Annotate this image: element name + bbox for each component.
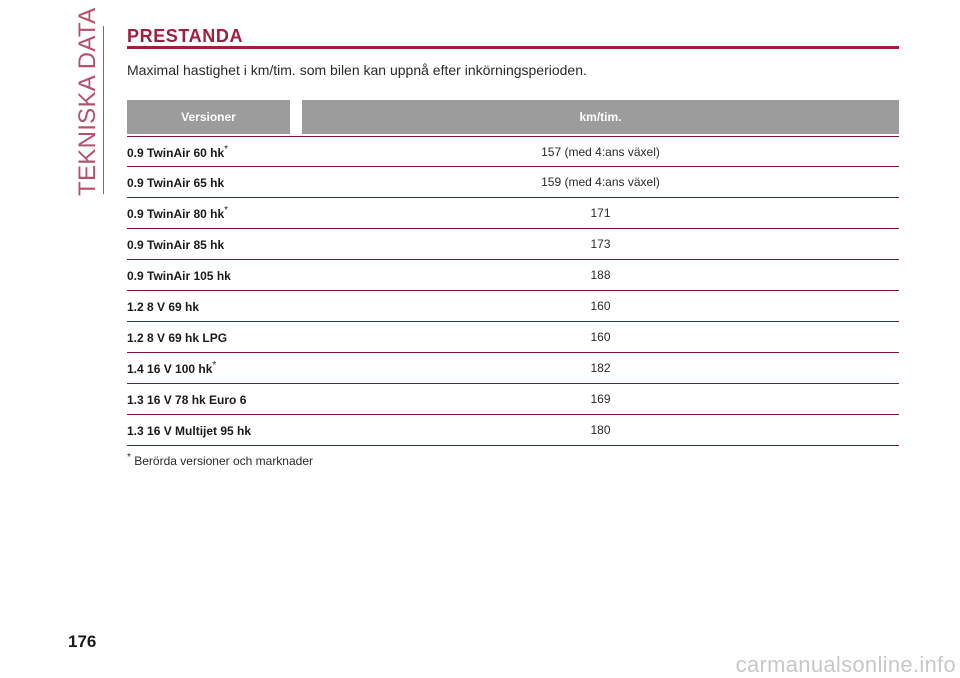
- speed-cell: 157 (med 4:ans växel): [541, 144, 660, 159]
- speed-table: Versioner km/tim. 0.9 TwinAir 60 hk* 157…: [127, 100, 899, 446]
- section-intro: Maximal hastighet i km/tim. som bilen ka…: [127, 62, 587, 78]
- speed-cell: 160: [590, 330, 611, 344]
- manual-page: TEKNISKA DATA PRESTANDA Maximal hastighe…: [0, 0, 960, 678]
- title-rule: [127, 46, 899, 49]
- side-tab-rule: [103, 26, 104, 194]
- speed-cell: 188: [590, 268, 611, 282]
- table-body: 0.9 TwinAir 60 hk* 157 (med 4:ans växel)…: [127, 136, 899, 446]
- table-row: 0.9 TwinAir 105 hk 188: [127, 260, 899, 291]
- watermark-text: carmanualsonline.info: [735, 652, 956, 677]
- header-version: Versioner: [127, 100, 290, 134]
- footnote-mark: *: [127, 452, 131, 463]
- speed-cell: 180: [590, 423, 611, 437]
- table-row: 1.3 16 V 78 hk Euro 6 169: [127, 384, 899, 415]
- table-row: 1.4 16 V 100 hk* 182: [127, 353, 899, 384]
- speed-cell: 171: [590, 206, 611, 220]
- side-tab-label: TEKNISKA DATA: [74, 7, 101, 196]
- speed-cell: 160: [590, 299, 611, 313]
- table-row: 1.2 8 V 69 hk 160: [127, 291, 899, 322]
- side-tab: TEKNISKA DATA: [62, 7, 114, 196]
- version-cell: 0.9 TwinAir 85 hk: [127, 238, 225, 252]
- footnote-mark: *: [212, 360, 217, 371]
- table-row: 0.9 TwinAir 60 hk* 157 (med 4:ans växel): [127, 136, 899, 167]
- speed-cell: 173: [590, 237, 611, 251]
- speed-cell: 169: [590, 392, 611, 406]
- version-cell: 1.2 8 V 69 hk LPG: [127, 331, 228, 345]
- version-cell: 0.9 TwinAir 60 hk*: [127, 143, 229, 160]
- version-cell: 0.9 TwinAir 80 hk*: [127, 205, 229, 221]
- header-gap: [290, 100, 302, 134]
- header-speed: km/tim.: [302, 100, 899, 134]
- footnote-text: Berörda versioner och marknader: [134, 454, 314, 468]
- speed-cell: 182: [590, 361, 611, 375]
- version-cell: 1.3 16 V 78 hk Euro 6: [127, 393, 247, 407]
- footnote-mark: *: [224, 143, 229, 155]
- table-row: 0.9 TwinAir 80 hk* 171: [127, 198, 899, 229]
- version-cell: 1.2 8 V 69 hk: [127, 300, 200, 314]
- table-row: 1.2 8 V 69 hk LPG 160: [127, 322, 899, 353]
- version-cell: 0.9 TwinAir 65 hk: [127, 176, 225, 190]
- version-cell: 0.9 TwinAir 105 hk: [127, 269, 231, 283]
- table-row: 0.9 TwinAir 65 hk 159 (med 4:ans växel): [127, 167, 899, 198]
- table-row: 1.3 16 V Multijet 95 hk 180: [127, 415, 899, 446]
- table-header: Versioner km/tim.: [127, 100, 899, 134]
- footnote: * Berörda versioner och marknader: [127, 452, 313, 468]
- page-number: 176: [68, 632, 97, 651]
- version-cell: 1.3 16 V Multijet 95 hk: [127, 424, 252, 438]
- table-row: 0.9 TwinAir 85 hk 173: [127, 229, 899, 260]
- footnote-mark: *: [224, 205, 229, 216]
- speed-cell: 159 (med 4:ans växel): [541, 175, 660, 189]
- section-title: PRESTANDA: [127, 26, 244, 46]
- version-cell: 1.4 16 V 100 hk*: [127, 360, 217, 376]
